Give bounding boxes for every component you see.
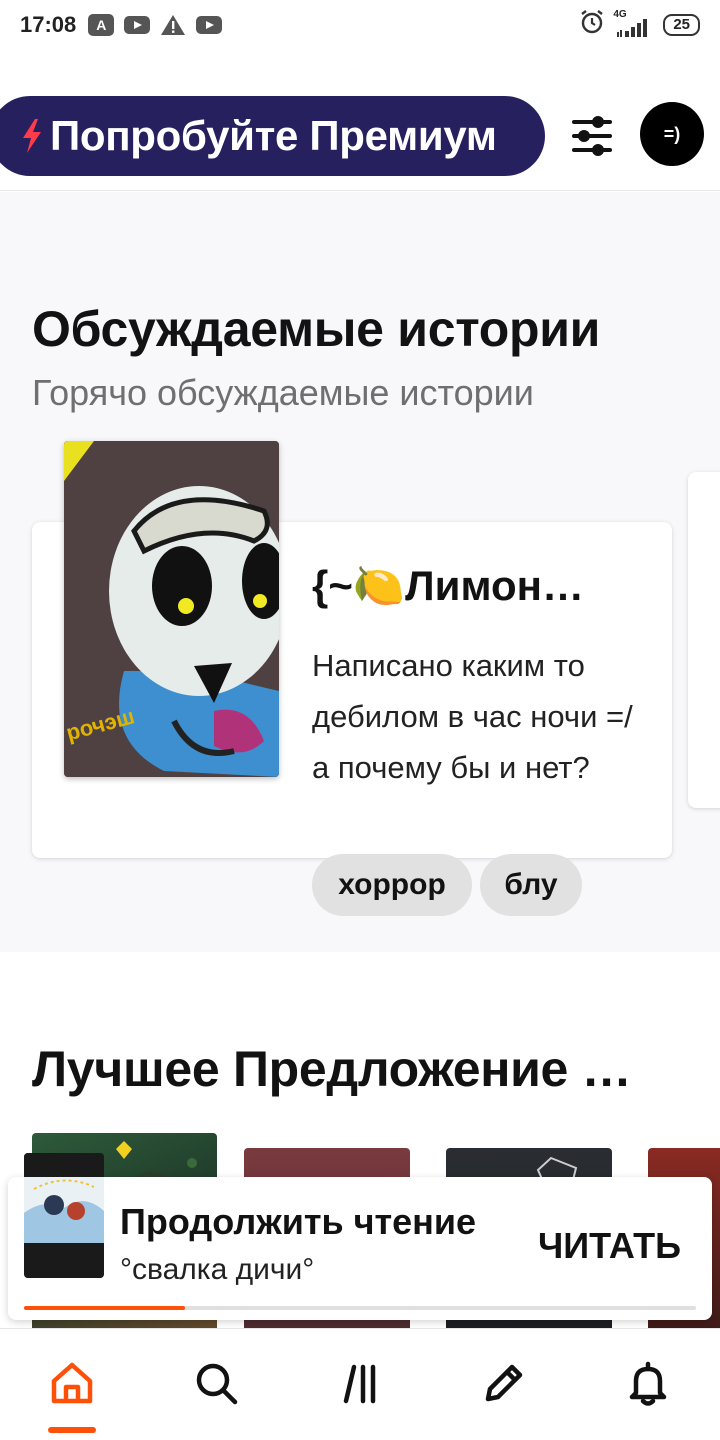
battery-indicator: 25 — [663, 14, 700, 36]
continue-reading-heading: Продолжить чтение — [120, 1201, 477, 1242]
home-icon[interactable] — [40, 1351, 104, 1415]
signal-icon: 4G — [613, 9, 653, 37]
alarm-icon — [579, 9, 605, 41]
story-cover-art: рочэш — [64, 441, 279, 777]
reading-progress-fill — [24, 1306, 186, 1310]
try-premium-button[interactable]: Попробуйте Премиум — [0, 96, 545, 176]
search-icon[interactable] — [184, 1351, 248, 1415]
section-subtitle: Горячо обсуждаемые истории — [32, 372, 534, 413]
header-divider — [0, 190, 720, 191]
story-description: Написано каким то дебилом в час ночи =/ … — [312, 648, 633, 785]
continue-story-title: °свалка дичи° — [120, 1253, 315, 1286]
a-app-icon: A — [88, 14, 115, 36]
section-title: Обсуждаемые истории — [32, 301, 601, 357]
read-button[interactable]: ЧИТАТЬ — [538, 1225, 681, 1267]
bottom-navigation — [0, 1328, 720, 1440]
status-bar: 17:08 A 4G 25 — [0, 0, 720, 50]
premium-label: Попробуйте Премиум — [50, 112, 497, 159]
next-story-card[interactable] — [688, 472, 720, 808]
youtube-icon — [196, 14, 223, 36]
avatar[interactable]: =) — [640, 102, 704, 166]
write-icon[interactable] — [472, 1351, 536, 1415]
tag-chip[interactable]: хоррор — [312, 854, 472, 916]
library-icon[interactable] — [328, 1351, 392, 1415]
continue-cover-art — [24, 1153, 104, 1278]
notifications-icon[interactable] — [616, 1351, 680, 1415]
continue-story-cover[interactable] — [24, 1153, 104, 1278]
continue-reading-banner[interactable]: Продолжить чтение °свалка дичи° ЧИТАТЬ — [8, 1153, 712, 1320]
youtube-icon — [124, 14, 151, 36]
warning-icon — [160, 14, 186, 36]
story-cover[interactable]: рочэш — [64, 441, 279, 777]
active-tab-indicator — [48, 1427, 96, 1433]
story-title[interactable]: {~🍋Лимон… — [312, 562, 652, 611]
status-time: 17:08 — [20, 12, 77, 37]
lightning-icon — [23, 119, 41, 153]
best-offer-title: Лучшее Предложение … — [32, 1041, 632, 1097]
discussed-stories-section: Обсуждаемые истории Горячо обсуждаемые и… — [0, 192, 720, 952]
network-type: 4G — [613, 9, 627, 20]
app-header: Попробуйте Премиум =) — [0, 96, 720, 176]
reading-progress-bar — [24, 1306, 696, 1310]
filter-settings-icon[interactable] — [568, 114, 616, 158]
tag-chip[interactable]: блу — [480, 854, 582, 916]
